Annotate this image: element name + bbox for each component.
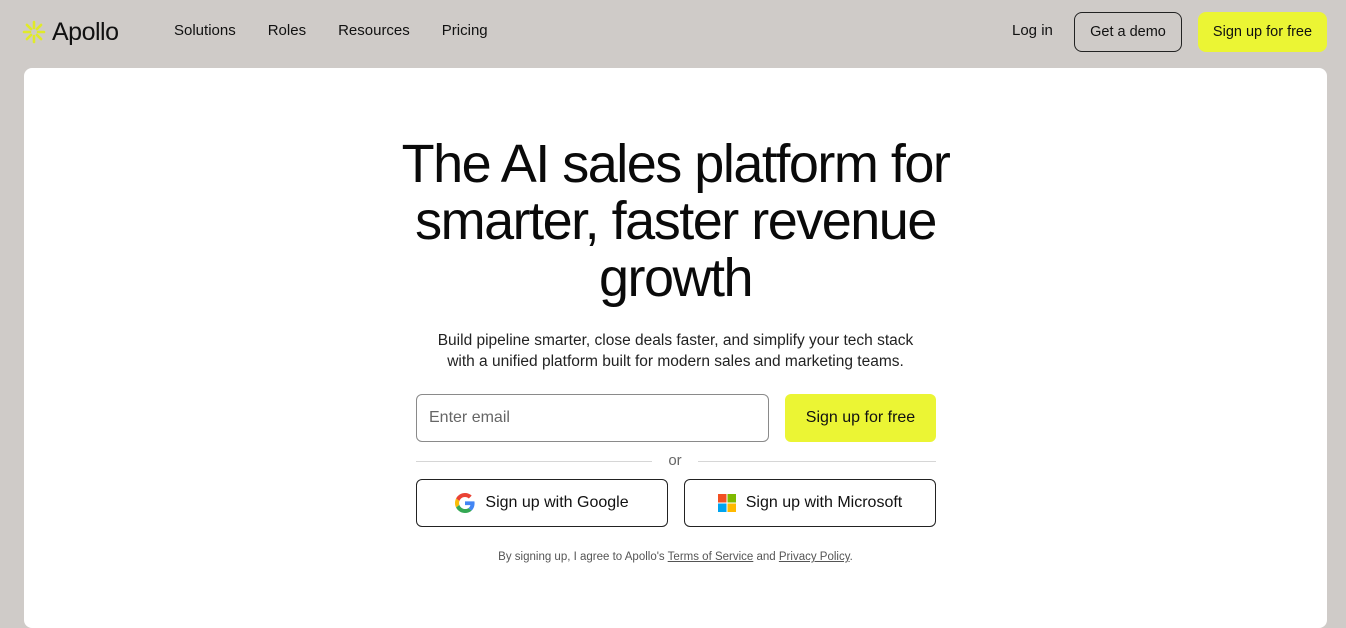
sunburst-icon	[22, 20, 46, 44]
signup-button[interactable]: Sign up for free	[785, 394, 936, 442]
nav-links: Solutions Roles Resources Pricing	[174, 22, 488, 39]
microsoft-signup-label: Sign up with Microsoft	[745, 494, 903, 511]
headline-line-2: smarter, faster revenue	[415, 191, 937, 251]
microsoft-icon	[717, 494, 736, 512]
privacy-policy-link[interactable]: Privacy Policy	[779, 551, 850, 563]
terms-text: By signing up, I agree to Apollo's Terms…	[24, 551, 1327, 563]
terms-suffix: .	[849, 551, 853, 563]
divider-line-right	[698, 461, 936, 462]
or-divider: or	[416, 450, 936, 472]
nav-roles[interactable]: Roles	[268, 22, 306, 39]
login-link[interactable]: Log in	[1012, 22, 1053, 39]
email-input[interactable]	[416, 394, 769, 442]
signup-nav-button[interactable]: Sign up for free	[1198, 12, 1327, 52]
headline-line-1: The AI sales platform for	[401, 134, 951, 194]
nav-resources[interactable]: Resources	[338, 22, 410, 39]
terms-prefix: By signing up, I agree to Apollo's	[498, 551, 668, 563]
headline-line-3: growth	[598, 248, 754, 308]
subtitle-line-1: Build pipeline smarter, close deals fast…	[437, 332, 914, 349]
get-demo-button[interactable]: Get a demo	[1074, 12, 1182, 52]
nav-solutions[interactable]: Solutions	[174, 22, 236, 39]
terms-of-service-link[interactable]: Terms of Service	[668, 551, 754, 563]
subtitle-line-2: with a unified platform built for modern…	[447, 353, 904, 370]
terms-and: and	[753, 551, 779, 563]
logo-text: Apollo	[52, 17, 119, 46]
or-label: or	[668, 452, 682, 469]
hero-headline: The AI sales platform for smarter, faste…	[24, 136, 1327, 307]
google-signup-button[interactable]: Sign up with Google	[416, 479, 668, 527]
microsoft-signup-button[interactable]: Sign up with Microsoft	[684, 479, 936, 527]
hero-card: The AI sales platform for smarter, faste…	[24, 68, 1327, 628]
apollo-logo[interactable]: Apollo	[22, 16, 119, 48]
hero-subtitle: Build pipeline smarter, close deals fast…	[24, 330, 1327, 372]
nav-pricing[interactable]: Pricing	[442, 22, 488, 39]
google-signup-label: Sign up with Google	[485, 494, 629, 511]
divider-line-left	[416, 461, 652, 462]
google-icon	[455, 493, 475, 513]
top-nav: Apollo Solutions Roles Resources Pricing…	[0, 0, 1346, 64]
